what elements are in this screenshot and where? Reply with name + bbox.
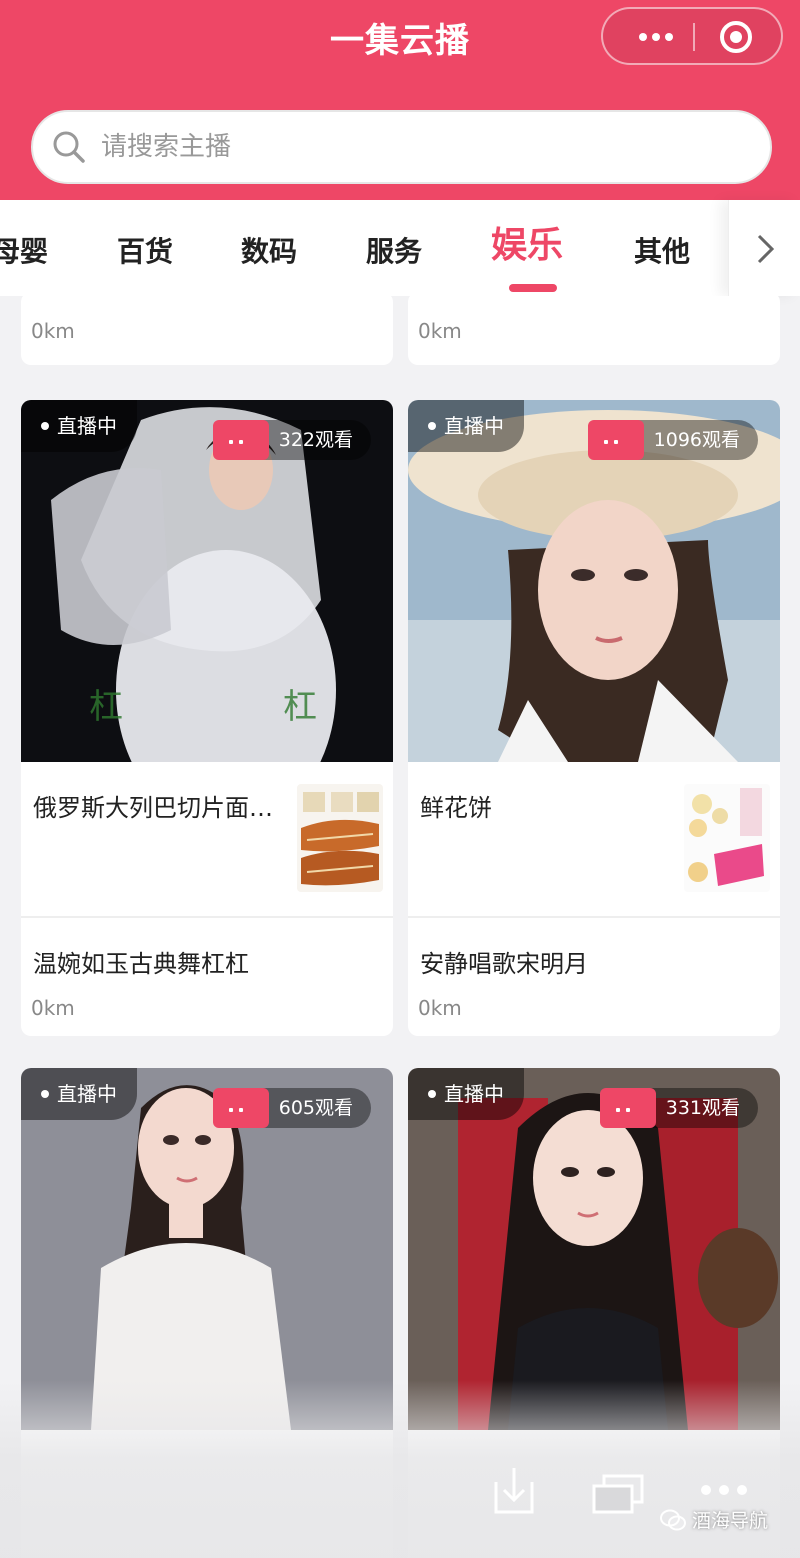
tab-digital[interactable]: 数码 (241, 230, 297, 274)
live-card[interactable]: 直播中 1096观看 鲜花饼 安静唱歌宋明月 0km (408, 400, 780, 1036)
tab-general[interactable]: 百货 (117, 230, 173, 274)
live-status-badge: 直播中 (21, 1068, 137, 1120)
svg-text:杠: 杠 (89, 687, 123, 727)
live-list[interactable]: 0km 0km 杠 杠 直播中 322观看 俄罗斯大列巴切片面… 温婉如玉古典舞… (0, 296, 800, 1558)
product-name: 俄罗斯大列巴切片面… (33, 794, 273, 822)
tab-entertainment[interactable]: 娱乐 (491, 224, 563, 268)
stream-thumbnail[interactable]: 直播中 605观看 (21, 1068, 393, 1430)
list-item[interactable]: 0km (408, 296, 780, 365)
viewer-count-badge: 1096观看 (587, 420, 758, 460)
viewer-count-badge: 331观看 (599, 1088, 758, 1128)
stream-thumbnail[interactable]: 直播中 331观看 (408, 1068, 780, 1430)
distance-label: 0km (31, 319, 75, 343)
distance-label: 0km (31, 996, 75, 1020)
header-bar: 一集云播 (0, 0, 800, 200)
active-tab-indicator (509, 284, 557, 292)
wechat-icon (660, 1509, 686, 1530)
close-target-icon[interactable] (720, 21, 752, 53)
chevron-right-icon (757, 234, 775, 264)
tab-other[interactable]: 其他 (634, 230, 690, 274)
live-status-badge: 直播中 (408, 1068, 524, 1120)
anchor-name: 安静唱歌宋明月 (420, 950, 588, 978)
live-status-badge: 直播中 (408, 400, 524, 452)
stream-thumbnail[interactable]: 杠 杠 直播中 322观看 (21, 400, 393, 762)
windows-icon[interactable] (592, 1474, 644, 1514)
more-menu-icon[interactable] (621, 9, 691, 65)
tab-service[interactable]: 服务 (366, 230, 422, 274)
viewer-count-badge: 605观看 (212, 1088, 371, 1128)
distance-label: 0km (418, 996, 462, 1020)
product-row[interactable]: 俄罗斯大列巴切片面… (21, 762, 393, 916)
live-status-badge: 直播中 (21, 400, 137, 452)
search-bar[interactable] (31, 110, 772, 184)
distance-label: 0km (418, 319, 462, 343)
product-image[interactable] (684, 784, 770, 892)
search-input[interactable] (101, 132, 701, 162)
product-row[interactable]: 鲜花饼 (408, 762, 780, 916)
product-image[interactable] (297, 784, 383, 892)
card-divider (21, 916, 393, 918)
tab-baby[interactable]: 母婴 (0, 230, 48, 274)
stream-thumbnail[interactable]: 直播中 1096观看 (408, 400, 780, 762)
watermark: 酒海导航 (660, 1506, 768, 1533)
more-options-icon[interactable] (700, 1484, 748, 1496)
tabs-more-button[interactable] (728, 200, 800, 296)
product-name: 鲜花饼 (420, 794, 492, 822)
card-divider (408, 916, 780, 918)
capsule-divider (693, 23, 695, 51)
miniprogram-capsule (601, 7, 783, 65)
live-card[interactable]: 杠 杠 直播中 322观看 俄罗斯大列巴切片面… 温婉如玉古典舞杠杠 0km (21, 400, 393, 1036)
bottom-toolbar (0, 1430, 800, 1558)
viewer-count-badge: 322观看 (212, 420, 371, 460)
anchor-name: 温婉如玉古典舞杠杠 (33, 950, 249, 978)
list-item[interactable]: 0km (21, 296, 393, 365)
category-tabs: 母婴 百货 数码 服务 娱乐 其他 (0, 200, 800, 296)
download-icon[interactable] (492, 1466, 536, 1516)
search-icon (53, 131, 85, 163)
svg-text:杠: 杠 (283, 687, 317, 727)
